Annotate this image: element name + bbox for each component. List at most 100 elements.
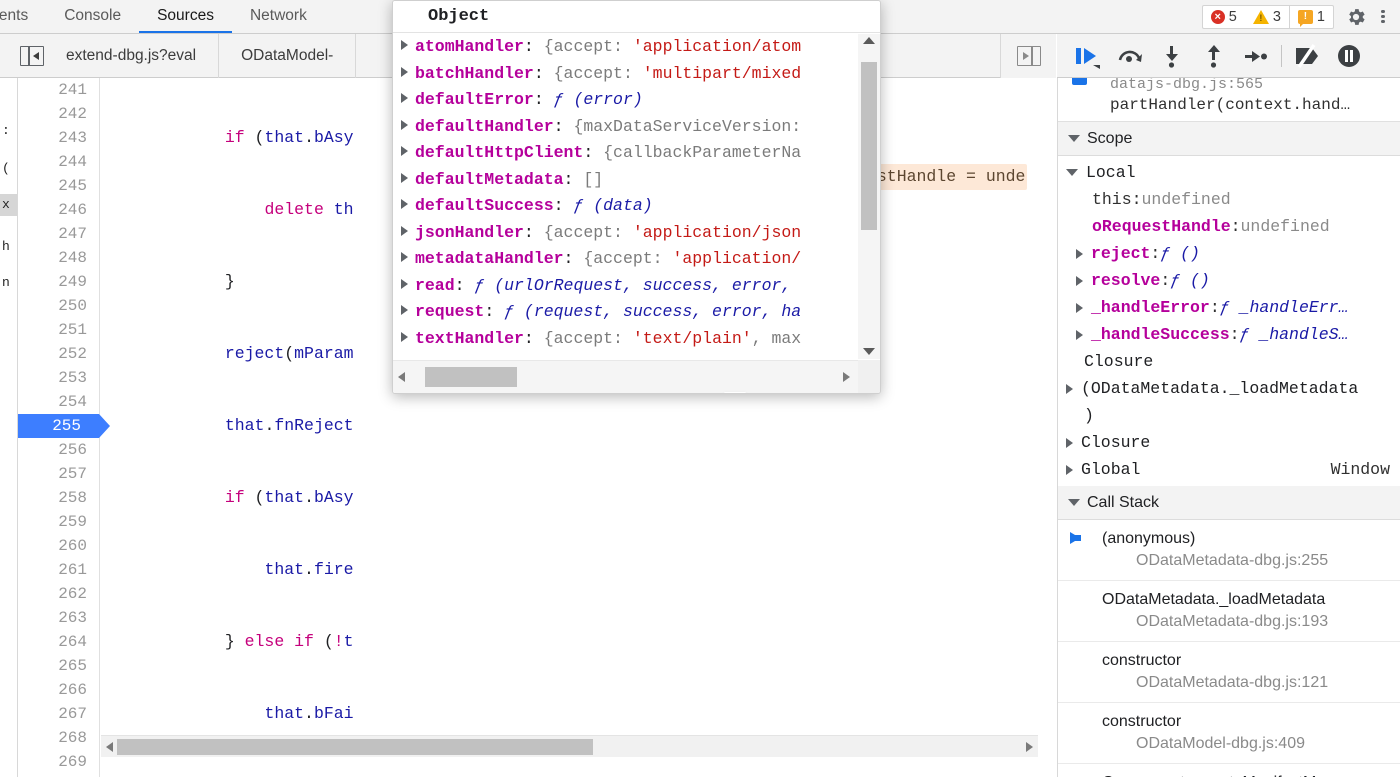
call-stack-frame-selected[interactable]: (anonymous) ODataMetadata-dbg.js:255 [1058,520,1400,581]
popover-scroll-right-icon[interactable] [843,372,850,382]
step-out-icon[interactable] [1193,35,1235,77]
line-number[interactable]: 254 [18,390,99,414]
call-stack-frame[interactable]: Component._createManifestMo [1058,764,1400,777]
editor-horizontal-scrollbar[interactable] [101,735,1038,757]
popover-row[interactable]: atomHandler: {accept: 'application/atom [393,34,880,61]
line-number-gutter[interactable]: 241 242 243 244 245 246 247 248 249 250 … [18,78,110,777]
line-number[interactable]: 261 [18,558,99,582]
step-into-icon[interactable] [1151,35,1193,77]
expand-triangle-icon[interactable] [401,66,408,77]
scroll-left-arrow-icon[interactable] [106,742,113,752]
line-number[interactable]: 262 [18,582,99,606]
line-number[interactable]: 263 [18,606,99,630]
expand-triangle-icon[interactable] [1076,248,1083,259]
code-line[interactable]: that.bFai [106,702,1038,726]
expand-triangle-icon[interactable] [401,119,408,130]
line-number[interactable]: 266 [18,678,99,702]
expand-triangle-icon[interactable] [1076,329,1083,340]
expand-triangle-icon[interactable] [401,252,408,262]
code-line[interactable]: } else if (!t [106,630,1038,654]
step-icon[interactable] [1235,35,1277,77]
expand-triangle-icon[interactable] [401,199,408,209]
scope-group-global[interactable]: Global Window [1058,456,1400,483]
tab-elements[interactable]: ments [0,0,46,33]
popover-row[interactable]: defaultError: ƒ (error) [393,87,880,114]
line-number[interactable]: 267 [18,702,99,726]
line-number[interactable]: 265 [18,654,99,678]
navigator-row-selected[interactable]: x [0,194,17,216]
show-navigator-icon[interactable] [20,45,44,66]
navigator-row[interactable]: : [0,120,17,142]
expand-triangle-icon[interactable] [401,305,408,315]
expand-triangle-icon[interactable] [1076,302,1083,313]
scope-group-closure-2[interactable]: Closure [1058,429,1400,456]
popover-row[interactable]: defaultMetadata: [] [393,167,880,194]
navigator-row[interactable]: ( [0,158,17,180]
deactivate-breakpoints-icon[interactable] [1286,35,1328,77]
line-number[interactable]: 260 [18,534,99,558]
issues-counter[interactable]: 1 [1290,9,1333,27]
line-number[interactable]: 256 [18,438,99,462]
expand-triangle-icon[interactable] [401,40,408,50]
popover-property-list[interactable]: atomHandler: {accept: 'application/atom … [393,34,880,359]
popover-row[interactable]: defaultHandler: {maxDataServiceVersion: [393,114,880,141]
scope-list[interactable]: Local this: undefined oRequestHandle: un… [1058,156,1400,486]
popover-row[interactable]: read: ƒ (urlOrRequest, success, error, [393,273,880,300]
line-number[interactable]: 241 [18,78,99,102]
line-number[interactable]: 247 [18,222,99,246]
popover-row[interactable]: defaultSuccess: ƒ (data) [393,193,880,220]
expand-triangle-icon[interactable] [401,331,408,342]
popover-vertical-scrollbar[interactable] [858,34,880,359]
scope-group-closure-1[interactable]: Closure (ODataMetadata._loadMetadata ) [1058,348,1400,429]
scope-group-local[interactable]: Local [1058,159,1400,186]
call-stack-list[interactable]: (anonymous) ODataMetadata-dbg.js:255 ODa… [1058,520,1400,777]
horizontal-scroll-thumb[interactable] [117,739,593,755]
expand-triangle-icon[interactable] [1066,383,1073,394]
call-stack-frame[interactable]: constructor ODataModel-dbg.js:409 [1058,703,1400,764]
line-number[interactable]: 249 [18,270,99,294]
scope-entry[interactable]: this: undefined [1058,186,1400,213]
line-number[interactable]: 257 [18,462,99,486]
popover-row[interactable]: jsonHandler: {accept: 'application/json [393,220,880,247]
line-number[interactable]: 264 [18,630,99,654]
kebab-menu-icon[interactable] [1372,1,1394,33]
line-number[interactable]: 242 [18,102,99,126]
tab-sources[interactable]: Sources [139,0,232,33]
file-tab-odatamodel[interactable]: ODataModel- [219,33,357,78]
popover-horizontal-thumb[interactable] [425,367,517,387]
line-number[interactable]: 246 [18,198,99,222]
object-preview-popover[interactable]: Object atomHandler: {accept: 'applicatio… [392,0,881,394]
breakpoint-list-item[interactable]: datajs-dbg.js:565 partHandler(context.ha… [1058,78,1400,122]
pause-on-exceptions-icon[interactable] [1328,35,1370,77]
line-number-active[interactable]: 255 [18,414,110,438]
expand-triangle-icon[interactable] [1066,464,1073,475]
popover-row[interactable]: batchHandler: {accept: 'multipart/mixed [393,61,880,88]
expand-triangle-icon[interactable] [401,278,408,289]
gear-icon[interactable] [1340,1,1372,33]
popover-scroll-down-icon[interactable] [863,348,875,355]
expand-triangle-icon[interactable] [401,225,408,236]
popover-scroll-up-icon[interactable] [863,37,875,44]
scope-entry[interactable]: reject: ƒ () [1058,240,1400,267]
resume-icon[interactable] [1067,35,1109,77]
expand-triangle-icon[interactable] [1076,275,1083,286]
line-number[interactable]: 251 [18,318,99,342]
scope-entry[interactable]: _handleSuccess: ƒ _handleS… [1058,321,1400,348]
line-number[interactable]: 258 [18,486,99,510]
code-line[interactable]: that.fire [106,558,1038,582]
line-number[interactable]: 253 [18,366,99,390]
navigator-row[interactable]: h [0,236,17,258]
line-number[interactable]: 269 [18,750,99,774]
popover-row[interactable]: request: ƒ (request, success, error, ha [393,299,880,326]
popover-row[interactable]: textHandler: {accept: 'text/plain', max [393,326,880,353]
scope-entry[interactable]: resolve: ƒ () [1058,267,1400,294]
warning-counter[interactable]: 3 [1245,9,1289,25]
scroll-right-arrow-icon[interactable] [1026,742,1033,752]
step-over-icon[interactable] [1109,35,1151,77]
popover-row[interactable]: defaultHttpClient: {callbackParameterNa [393,140,880,167]
scope-section-header[interactable]: Scope [1058,122,1400,156]
line-number[interactable]: 252 [18,342,99,366]
code-line[interactable]: that.fnReject [106,414,1038,438]
breakpoint-checkbox[interactable] [1072,78,1087,85]
line-number[interactable]: 248 [18,246,99,270]
